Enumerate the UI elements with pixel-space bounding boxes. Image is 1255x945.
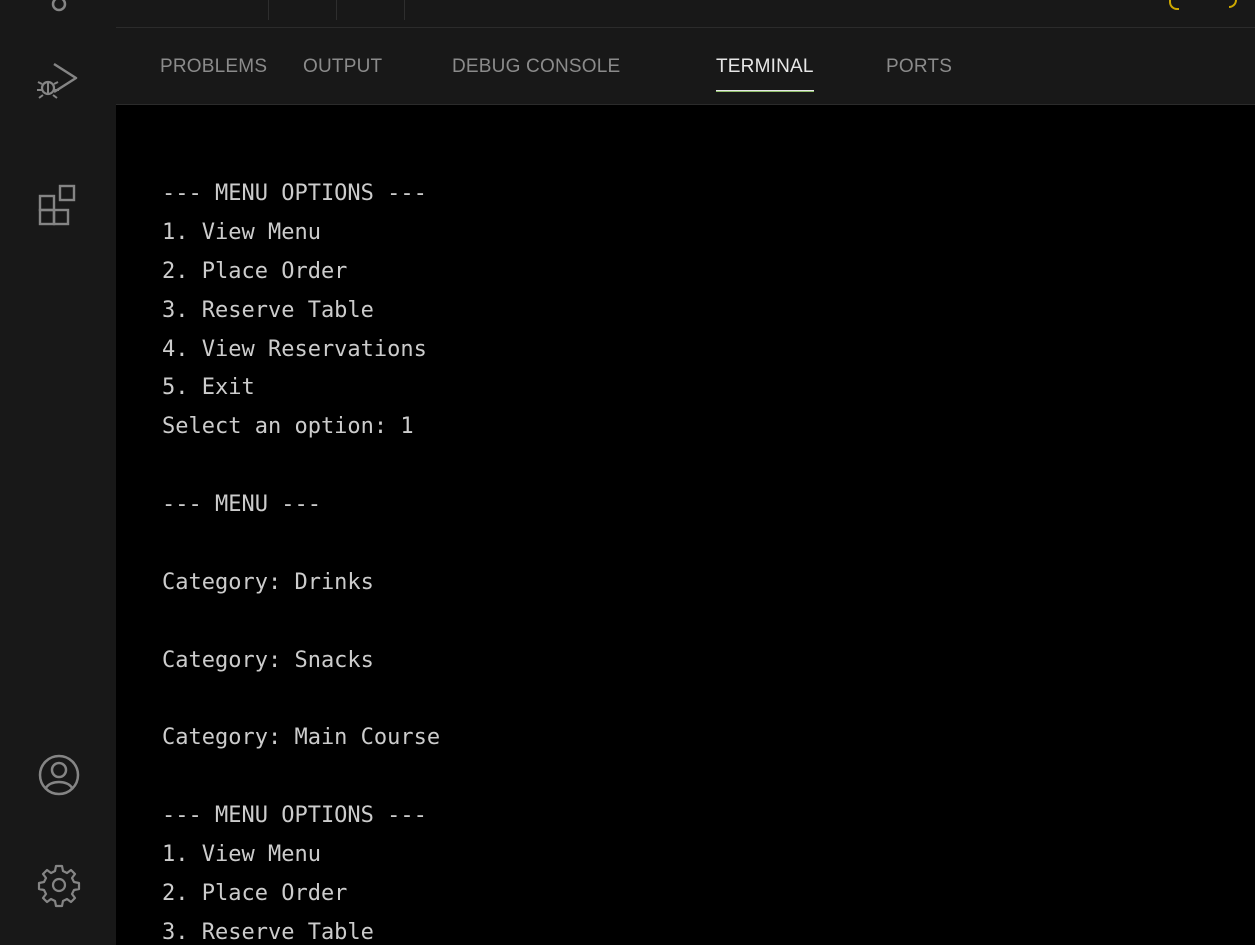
terminal-line: 1. View Menu	[162, 842, 321, 868]
extensions-icon[interactable]	[30, 176, 88, 234]
terminal-line: Select an option: 1	[162, 414, 414, 440]
activity-bar	[0, 0, 116, 945]
terminal-lines: --- MENU OPTIONS --- 1. View Menu 2. Pla…	[162, 175, 440, 945]
tab-problems[interactable]: PROBLEMS	[160, 28, 267, 105]
editor-tabs-strip	[116, 0, 1255, 28]
settings-icon[interactable]	[30, 856, 88, 914]
tab-label: PROBLEMS	[160, 55, 268, 77]
editor-text-fragment	[1229, 0, 1237, 8]
terminal-line: 3. Reserve Table	[162, 919, 374, 945]
terminal-line: --- MENU OPTIONS ---	[162, 181, 427, 206]
terminal-line: 5. Exit	[162, 375, 255, 401]
editor-text-fragment	[1169, 0, 1179, 10]
terminal-output[interactable]: --- MENU OPTIONS --- 1. View Menu 2. Pla…	[116, 105, 1255, 945]
tab-label: DEBUG CONSOLE	[452, 55, 621, 77]
tab-separator	[404, 0, 405, 20]
tab-separator	[336, 0, 337, 20]
terminal-line: 1. View Menu	[162, 219, 321, 245]
tab-label: PORTS	[886, 55, 953, 77]
vscode-window: PROBLEMS OUTPUT DEBUG CONSOLE TERMINAL P…	[0, 0, 1255, 945]
panel-tab-bar: PROBLEMS OUTPUT DEBUG CONSOLE TERMINAL P…	[116, 28, 1255, 105]
tab-ports[interactable]: PORTS	[886, 28, 952, 105]
tab-debug-console[interactable]: DEBUG CONSOLE	[452, 28, 620, 105]
terminal-line: --- MENU OPTIONS ---	[162, 803, 427, 829]
terminal-line: Category: Drinks	[162, 569, 374, 595]
tab-separator	[268, 0, 269, 20]
active-tab-indicator	[716, 90, 814, 92]
tab-output[interactable]: OUTPUT	[303, 28, 382, 105]
tab-terminal[interactable]: TERMINAL	[716, 28, 814, 105]
terminal-line: 2. Place Order	[162, 258, 348, 284]
terminal-line: Category: Snacks	[162, 647, 374, 673]
tab-label: OUTPUT	[303, 55, 383, 77]
run-debug-icon[interactable]	[30, 50, 88, 108]
terminal-line: --- MENU ---	[162, 492, 321, 518]
terminal-line: 2. Place Order	[162, 881, 348, 907]
terminal-line: 4. View Reservations	[162, 336, 427, 362]
account-icon[interactable]	[30, 746, 88, 804]
tab-label: TERMINAL	[716, 55, 814, 77]
terminal-line: 3. Reserve Table	[162, 297, 374, 323]
source-control-icon[interactable]	[30, 0, 88, 20]
terminal-line: Category: Main Course	[162, 725, 441, 751]
